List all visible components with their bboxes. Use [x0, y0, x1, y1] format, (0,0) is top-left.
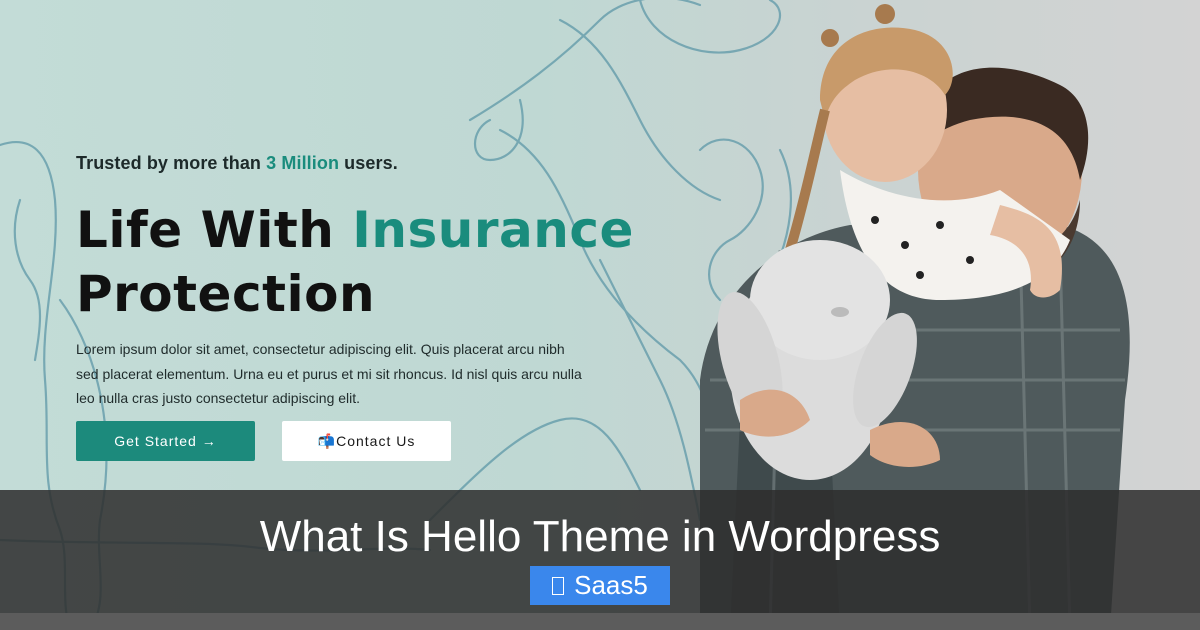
description-line3: leo nulla cras justo consectetur adipisc…: [76, 390, 361, 406]
mailbox-icon: 📬: [317, 432, 337, 449]
description-line1: Lorem ipsum dolor sit amet, consectetur …: [76, 341, 565, 357]
contact-us-button[interactable]: 📬 Contact Us: [282, 421, 451, 461]
headline-line2: Protection: [76, 265, 376, 323]
trusted-prefix: Trusted by more than: [76, 153, 262, 173]
hero-headline: Life With Insurance Protection: [76, 198, 634, 326]
category-tag[interactable]: Saas5: [530, 566, 670, 605]
contact-us-label: Contact Us: [336, 433, 416, 449]
category-tag-label: Saas5: [574, 570, 648, 600]
trusted-suffix: users.: [344, 153, 398, 173]
tag-icon: [552, 576, 565, 595]
description-line2: sed placerat elementum. Urna eu et purus…: [76, 365, 582, 382]
get-started-label: Get Started →: [114, 433, 217, 449]
headline-line1: Life With: [76, 201, 335, 259]
trusted-by-line: Trusted by more than 3 Million users.: [76, 153, 398, 174]
hero-description: Lorem ipsum dolor sit amet, consectetur …: [76, 337, 596, 411]
bottom-strip: [0, 613, 1200, 630]
headline-highlight: Insurance: [352, 201, 634, 259]
post-title: What Is Hello Theme in Wordpress: [259, 512, 941, 561]
trusted-highlight: 3 Million: [266, 153, 340, 173]
get-started-button[interactable]: Get Started →: [76, 421, 255, 461]
